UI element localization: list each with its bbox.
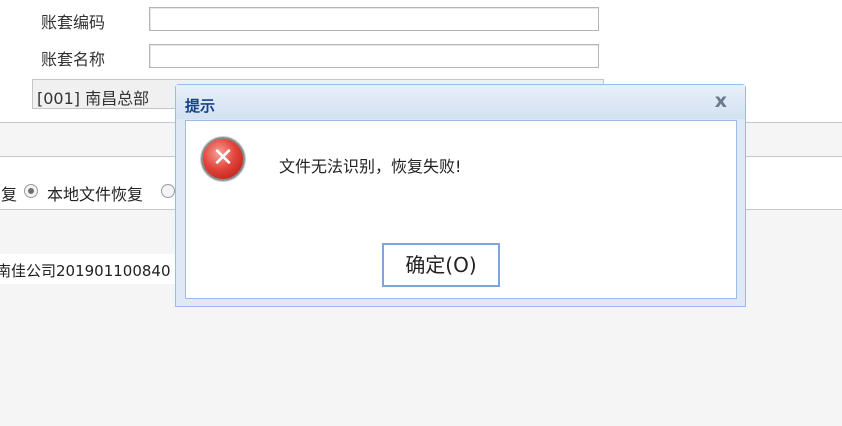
restore-option-partial-label: 复 xyxy=(1,185,18,204)
other-restore-radio[interactable] xyxy=(161,184,175,198)
account-name-input[interactable] xyxy=(149,44,599,68)
dialog-body: ✕ 文件无法识别，恢复失败! 确定(O) xyxy=(185,120,737,299)
error-icon: ✕ xyxy=(201,137,245,181)
company-select-value: [001] 南昌总部 xyxy=(37,89,150,108)
backup-file-name: 南佳公司201901100840 xyxy=(0,262,171,280)
radio-selected-dot xyxy=(28,188,34,194)
error-cross-glyph: ✕ xyxy=(212,143,234,173)
dialog-titlebar[interactable]: 提示 x xyxy=(176,85,745,119)
local-file-restore-radio[interactable] xyxy=(24,184,38,198)
account-code-input[interactable] xyxy=(149,7,599,31)
ok-button[interactable]: 确定(O) xyxy=(382,243,500,287)
local-file-restore-label[interactable]: 本地文件恢复 xyxy=(47,181,143,205)
close-icon[interactable]: x xyxy=(715,90,727,112)
alert-dialog: 提示 x ✕ 文件无法识别，恢复失败! 确定(O) xyxy=(175,84,746,307)
account-name-label: 账套名称 xyxy=(41,50,106,69)
dialog-message: 文件无法识别，恢复失败! xyxy=(279,157,462,176)
backup-file-row[interactable]: 南佳公司201901100840 xyxy=(0,254,178,284)
account-code-label: 账套编码 xyxy=(41,13,106,32)
dialog-title: 提示 xyxy=(185,97,216,115)
